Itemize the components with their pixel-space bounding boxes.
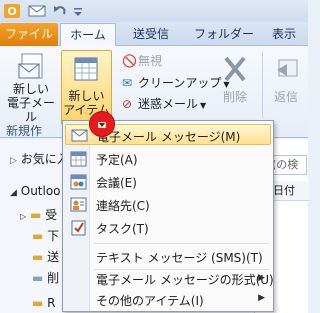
task-icon [71,220,86,236]
title-bar: O [0,0,308,22]
group-label-new: 新規作 [6,124,43,138]
tab-view[interactable]: 表示 [262,23,306,46]
outlook-data-file-header[interactable]: ◢ Outloo [10,184,61,198]
ignore-icon: 🚫 [122,54,137,68]
ignore-button[interactable]: 🚫無視 [122,52,162,70]
folder-icon: ▬ [32,229,44,243]
cleanup-icon: ✉ [122,76,133,90]
menu-separator [94,243,269,244]
svg-text:O: O [7,5,16,18]
menu-item-label: 電子メール メッセージ(M) [97,130,241,144]
new-email-button[interactable]: 新しい 電子メール [2,52,60,124]
folder-label: 送 [47,250,60,264]
reply-button[interactable]: 返信 [266,54,306,104]
menu-item-label: 予定(A) [96,153,138,167]
delete-button[interactable]: 削除 [216,54,254,104]
menu-item-label: 連絡先(C) [96,199,150,213]
submenu-arrow-icon: ▶ [258,273,265,283]
menu-item-label: 会議(E) [96,176,137,190]
send-receive-all-icon[interactable] [28,3,46,19]
menu-item-contact[interactable]: 連絡先(C) [65,194,271,215]
folder-label: 削 [47,271,60,285]
junk-button[interactable]: ⊘ 迷惑メール ▼ [122,95,206,115]
folder-icon: ▬ [32,296,44,310]
menu-item-meeting[interactable]: 会議(E) [65,171,271,192]
chevron-down-icon[interactable] [99,122,105,128]
meeting-icon [70,174,87,190]
submenu-arrow-icon: ▶ [258,293,265,303]
new-email-icon [18,53,43,79]
new-email-label-line1: 新しい [12,82,49,96]
delete-icon [224,56,246,82]
undo-icon[interactable] [52,3,68,19]
envelope-icon [71,129,88,142]
nav-folder-rss[interactable]: ▬ R [32,296,56,310]
tab-folder[interactable]: フォルダー [188,23,260,46]
new-email-label-line2: 電子メール [6,96,55,124]
folder-icon: ▬ [29,208,42,222]
folder-icon: ▬ [32,271,44,285]
new-items-menu: 電子メール メッセージ(M) 予定(A) 会議(E) 連絡先(C) タスク(T)… [62,120,274,312]
menu-item-appointment[interactable]: 予定(A) [65,148,271,169]
menu-item-label: その他のアイテム(I) [96,294,204,308]
chevron-right-icon: ▷ [10,156,17,166]
cleanup-button[interactable]: ✉ クリーンアップ ▼ [122,74,230,94]
folder-label: 下 [47,229,60,243]
outlook-logo-icon: O [4,4,20,18]
ribbon-separator [262,52,263,118]
new-items-icon [74,57,98,81]
delete-label: 削除 [222,90,247,104]
folder-label: 受 [45,208,58,222]
nav-folder-sent[interactable]: ▬ 送 [32,248,59,265]
menu-item-task[interactable]: タスク(T) [65,217,271,238]
menu-item-email-format[interactable]: 電子メール メッセージの形式(U) ▶ [65,265,274,287]
cleanup-label: クリーンアップ [138,76,222,90]
contact-icon [70,197,87,212]
tab-home[interactable]: ホーム [60,23,116,47]
nav-folder-inbox[interactable]: ▷ ▬ 受 [20,206,57,223]
ignore-label: 無視 [138,54,163,68]
reply-icon [277,59,298,77]
tab-send-receive[interactable]: 送受信 [122,23,180,46]
new-items-label-line1: 新しい [68,89,105,103]
annotation-highlight-circle [89,111,115,137]
menu-item-label: タスク(T) [96,222,149,236]
junk-icon: ⊘ [122,97,133,111]
expanded-icon: ◢ [10,188,17,198]
folder-icon: ▬ [32,250,44,264]
chevron-down-icon: ▼ [200,101,207,110]
menu-item-other-items[interactable]: その他のアイテム(I) ▶ [65,289,271,310]
chevron-right-icon: ▷ [20,212,27,221]
nav-folder-drafts[interactable]: ▬ 下 [32,227,59,244]
menu-item-label: 電子メール メッセージの形式(U) [96,273,274,287]
outlook-data-file-label: Outloo [20,184,61,198]
folder-label: R [47,296,56,310]
menu-item-text-message[interactable]: テキスト メッセージ (SMS)(T) [65,246,271,267]
junk-label: 迷惑メール [138,97,199,111]
favorites-header[interactable]: ▷ お気に入 [10,150,69,167]
reply-label: 返信 [273,90,298,104]
menu-item-label: テキスト メッセージ (SMS)(T) [96,251,263,265]
ribbon-tab-bar: ファイル ホーム 送受信 フォルダー 表示 [0,22,308,47]
nav-folder-deleted[interactable]: ▬ 削 [32,269,59,286]
calendar-icon [70,151,87,167]
tab-file[interactable]: ファイル [0,23,58,46]
qat-dropdown-icon[interactable] [72,3,84,19]
